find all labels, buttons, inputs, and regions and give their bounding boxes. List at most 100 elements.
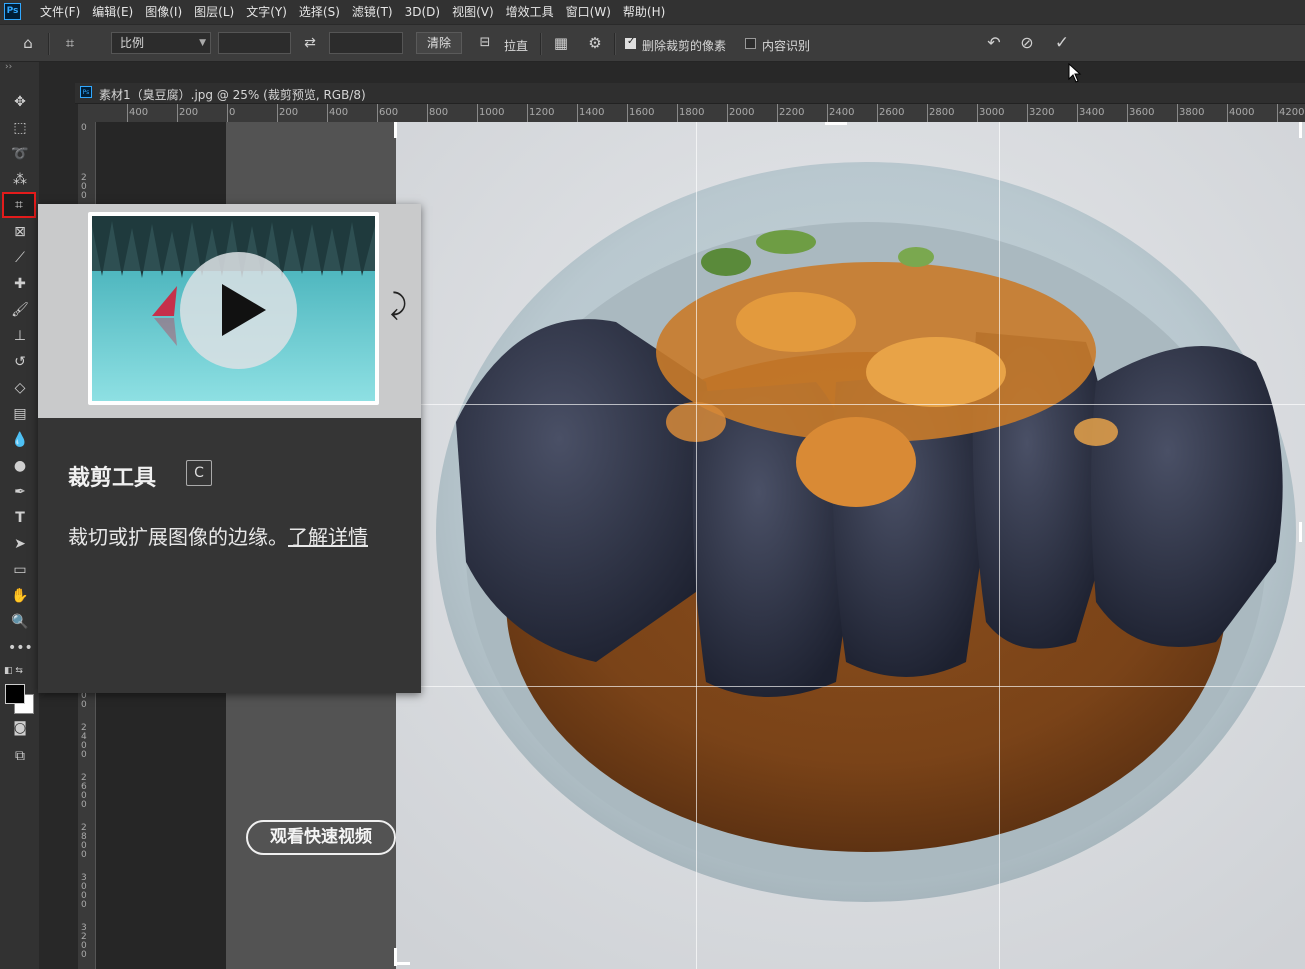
menu-image[interactable]: 图像(I) (139, 0, 188, 24)
ruler-tick (1077, 104, 1078, 122)
frame-tool-icon[interactable]: ⊠ (8, 221, 32, 243)
ratio-select-value: 比例 (120, 36, 145, 50)
more-tools-icon[interactable]: ••• (8, 637, 33, 659)
menu-type[interactable]: 文字(Y) (240, 0, 293, 24)
crop-preset-icon[interactable]: ⌗ (58, 33, 82, 53)
photoshop-logo-icon: Ps (4, 3, 21, 20)
marquee-tool-icon[interactable]: ⬚ (8, 117, 32, 139)
tooltip-description-text: 裁切或扩展图像的边缘。 (68, 525, 288, 549)
ruler-tick-label: 2200 (779, 107, 805, 118)
foreground-color-swatch[interactable] (5, 684, 25, 704)
gear-icon[interactable]: ⚙ (584, 33, 606, 53)
delete-cropped-label[interactable]: 删除裁剪的像素 (642, 37, 726, 54)
default-colors-icon[interactable]: ◧ ⇆ (4, 666, 23, 676)
ruler-tick (177, 104, 178, 122)
video-thumbnail-frame[interactable] (88, 212, 379, 405)
content-aware-label[interactable]: 内容识别 (762, 37, 810, 54)
straighten-icon[interactable]: ⊟ (474, 33, 496, 53)
ruler-tick-label: 2000 (729, 107, 755, 118)
ruler-tick (577, 104, 578, 122)
menu-filter[interactable]: 滤镜(T) (346, 0, 399, 24)
ruler-tick-label: 600 (379, 107, 399, 118)
gradient-tool-icon[interactable]: ▤ (8, 403, 32, 425)
document-tab[interactable]: Ps 素材1（臭豆腐）.jpg @ 25% (裁剪预览, RGB/8) (75, 83, 1305, 104)
ruler-tick-label: 1800 (679, 107, 705, 118)
menu-view[interactable]: 视图(V) (446, 0, 500, 24)
ruler-tick (277, 104, 278, 122)
collapse-arrows-icon[interactable]: ›› (5, 62, 12, 72)
crop-corner-handle[interactable] (394, 122, 397, 138)
tooltip-description: 裁切或扩展图像的边缘。了解详情 (68, 522, 388, 553)
blur-tool-icon[interactable]: 💧 (8, 429, 32, 451)
rectangle-tool-icon[interactable]: ▭ (8, 559, 32, 581)
home-icon[interactable]: ⌂ (16, 33, 40, 53)
ruler-tick-label: 3600 (1129, 107, 1155, 118)
crop-corner-handle[interactable] (394, 962, 410, 965)
straighten-label[interactable]: 拉直 (504, 37, 528, 54)
menu-3d[interactable]: 3D(D) (399, 0, 446, 24)
hand-tool-icon[interactable]: ✋ (8, 585, 32, 607)
menu-select[interactable]: 选择(S) (293, 0, 346, 24)
screen-mode-icon[interactable]: ⧉ (8, 745, 32, 767)
height-field[interactable] (329, 32, 403, 54)
ruler-tick-label: 800 (429, 107, 449, 118)
clone-stamp-tool-icon[interactable]: ⊥ (8, 325, 32, 347)
crop-corner-handle[interactable] (1299, 122, 1302, 138)
healing-brush-tool-icon[interactable]: ✚ (8, 273, 32, 295)
path-selection-tool-icon[interactable]: ➤ (8, 533, 32, 555)
video-thumbnail[interactable] (92, 216, 375, 401)
crop-tool-icon[interactable]: ⌗ (2, 192, 36, 218)
eraser-tool-icon[interactable]: ◇ (8, 377, 32, 399)
ratio-select[interactable]: 比例 ▼ (111, 32, 211, 54)
crop-grid-line (999, 122, 1000, 969)
overlay-grid-icon[interactable]: ▦ (550, 33, 572, 53)
menu-window[interactable]: 窗口(W) (560, 0, 617, 24)
quick-mask-icon[interactable]: ◙ (8, 717, 32, 739)
cancel-icon[interactable]: ⊘ (1016, 33, 1038, 53)
menu-file[interactable]: 文件(F) (34, 0, 86, 24)
reset-icon[interactable]: ↶ (983, 33, 1005, 53)
ruler-tick (127, 104, 128, 122)
crop-grid-line (396, 686, 1305, 687)
ruler-tick-label: 200 (279, 107, 299, 118)
width-field[interactable] (218, 32, 291, 54)
zoom-tool-icon[interactable]: 🔍 (8, 611, 32, 633)
brush-tool-icon[interactable]: 🖌 (8, 299, 32, 321)
ruler-tick-label: 3200 (81, 923, 87, 960)
menu-edit[interactable]: 编辑(E) (86, 0, 139, 24)
ruler-tick (677, 104, 678, 122)
canvas-image[interactable] (396, 122, 1305, 969)
document-title: 素材1（臭豆腐）.jpg @ 25% (裁剪预览, RGB/8) (99, 88, 366, 102)
learn-more-link[interactable]: 了解详情 (288, 525, 368, 549)
lasso-tool-icon[interactable]: ➰ (8, 143, 32, 165)
menu-help[interactable]: 帮助(H) (617, 0, 671, 24)
ruler-tick-label: 2400 (81, 723, 87, 760)
magic-wand-tool-icon[interactable]: ⁂ (8, 169, 32, 191)
history-brush-tool-icon[interactable]: ↺ (8, 351, 32, 373)
rotate-arrows-icon: ⤸ (390, 288, 407, 321)
commit-check-icon[interactable]: ✓ (1051, 33, 1073, 53)
menu-layer[interactable]: 图层(L) (188, 0, 240, 24)
play-button-circle[interactable] (180, 252, 297, 369)
move-tool-icon[interactable]: ✥ (8, 91, 32, 113)
menu-bar: Ps 文件(F) 编辑(E) 图像(I) 图层(L) 文字(Y) 选择(S) 滤… (0, 0, 1305, 24)
type-tool-icon[interactable]: T (8, 507, 32, 529)
ruler-tick-label: 2400 (829, 107, 855, 118)
ruler-tick (1227, 104, 1228, 122)
pen-tool-icon[interactable]: ✒ (8, 481, 32, 503)
crop-edge-handle[interactable] (1299, 522, 1302, 542)
eyedropper-tool-icon[interactable]: ⟋ (8, 247, 32, 269)
crop-edge-handle[interactable] (825, 122, 847, 125)
dodge-tool-icon[interactable]: ● (8, 455, 32, 477)
watch-quick-video-button[interactable]: 观看快速视频 (246, 820, 396, 855)
ruler-tick-label: 200 (81, 173, 87, 201)
menu-plugins[interactable]: 增效工具 (500, 0, 560, 24)
delete-cropped-checkbox[interactable] (625, 36, 636, 49)
top-ruler[interactable]: 400 200 0 200 400 600 800 1000 1200 1400 1600 1800 2… (95, 104, 1305, 123)
chevron-down-icon: ▼ (199, 38, 206, 48)
swap-icon[interactable]: ⇄ (299, 33, 321, 53)
ruler-tick (627, 104, 628, 122)
content-aware-checkbox[interactable] (745, 38, 756, 49)
ruler-tick-label: 2600 (879, 107, 905, 118)
clear-button[interactable]: 清除 (416, 32, 462, 54)
